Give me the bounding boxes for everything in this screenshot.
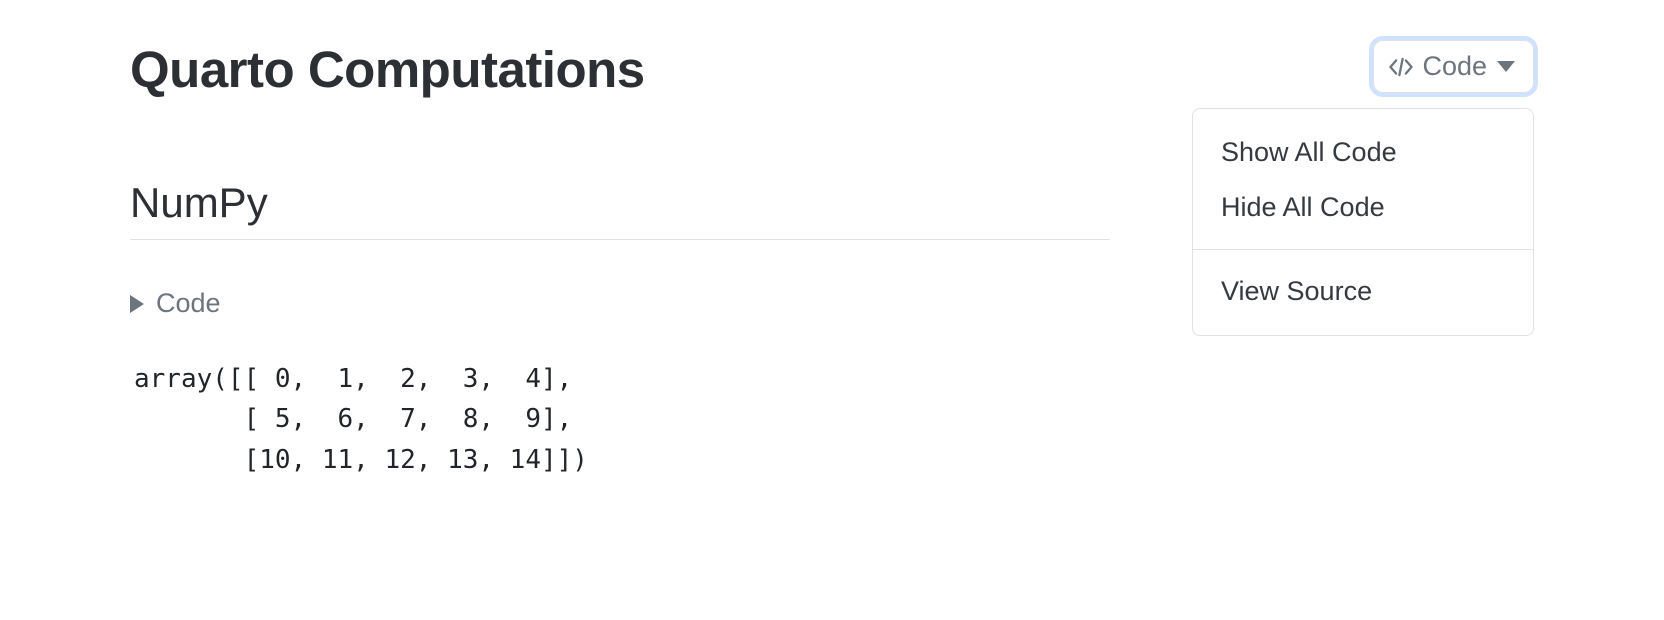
caret-down-icon [1497, 61, 1515, 72]
code-tools-button[interactable]: Code [1373, 40, 1534, 93]
code-output: array([[ 0, 1, 2, 3, 4], [ 5, 6, 7, 8, 9… [130, 359, 1534, 480]
code-fold-toggle[interactable]: Code [130, 288, 221, 319]
header-row: Quarto Computations Code Show All Code H… [130, 40, 1534, 99]
page-title: Quarto Computations [130, 40, 645, 99]
code-fold-label: Code [156, 288, 221, 319]
menu-hide-all-code[interactable]: Hide All Code [1193, 180, 1533, 235]
menu-view-source[interactable]: View Source [1193, 264, 1533, 319]
code-tools-dropdown: Show All Code Hide All Code View Source [1192, 108, 1534, 336]
section-heading-numpy: NumPy [130, 179, 1110, 240]
code-tools-label: Code [1422, 51, 1487, 82]
code-slash-icon [1388, 54, 1414, 80]
dropdown-divider [1193, 249, 1533, 250]
code-tools: Code Show All Code Hide All Code View So… [1373, 40, 1534, 93]
menu-show-all-code[interactable]: Show All Code [1193, 125, 1533, 180]
caret-right-icon [130, 295, 144, 313]
